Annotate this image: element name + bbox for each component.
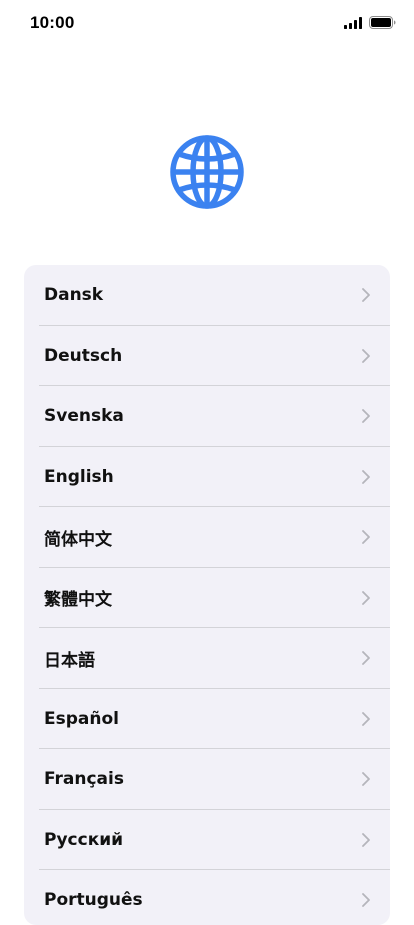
language-label: Русский <box>44 829 124 850</box>
language-item-svenska[interactable]: Svenska <box>24 386 390 447</box>
status-icons <box>344 16 396 34</box>
language-item-portugues[interactable]: Português <box>24 870 390 925</box>
language-label: Deutsch <box>44 345 123 366</box>
language-label: Svenska <box>44 406 124 427</box>
language-label: 简体中文 <box>44 529 112 550</box>
chevron-right-icon <box>362 772 370 787</box>
chevron-right-icon <box>362 348 370 363</box>
globe-icon <box>167 132 247 212</box>
chevron-right-icon <box>362 409 370 424</box>
language-label: Français <box>44 769 124 790</box>
status-time: 10:00 <box>30 13 75 32</box>
language-item-deutsch[interactable]: Deutsch <box>24 326 390 387</box>
language-item-japanese[interactable]: 日本語 <box>24 628 390 689</box>
language-label: Português <box>44 890 143 911</box>
chevron-right-icon <box>362 893 370 908</box>
language-label: 繁體中文 <box>44 590 112 611</box>
language-label: Dansk <box>44 285 104 306</box>
cellular-signal-icon <box>344 16 363 34</box>
language-list: Dansk Deutsch Svenska English 简体中文 繁體中文 … <box>24 265 390 925</box>
language-label: English <box>44 466 114 487</box>
status-bar: 10:00 <box>0 0 414 48</box>
chevron-right-icon <box>362 832 370 847</box>
chevron-right-icon <box>362 530 370 545</box>
language-item-espanol[interactable]: Español <box>24 689 390 750</box>
language-label: 日本語 <box>44 650 95 671</box>
battery-icon <box>369 16 396 34</box>
language-item-dansk[interactable]: Dansk <box>24 265 390 326</box>
chevron-right-icon <box>362 651 370 666</box>
language-item-francais[interactable]: Français <box>24 749 390 810</box>
chevron-right-icon <box>362 711 370 726</box>
chevron-right-icon <box>362 590 370 605</box>
language-label: Español <box>44 708 119 729</box>
language-item-english[interactable]: English <box>24 447 390 508</box>
language-item-traditional-chinese[interactable]: 繁體中文 <box>24 568 390 629</box>
chevron-right-icon <box>362 288 370 303</box>
chevron-right-icon <box>362 469 370 484</box>
language-item-russian[interactable]: Русский <box>24 810 390 871</box>
language-item-simplified-chinese[interactable]: 简体中文 <box>24 507 390 568</box>
